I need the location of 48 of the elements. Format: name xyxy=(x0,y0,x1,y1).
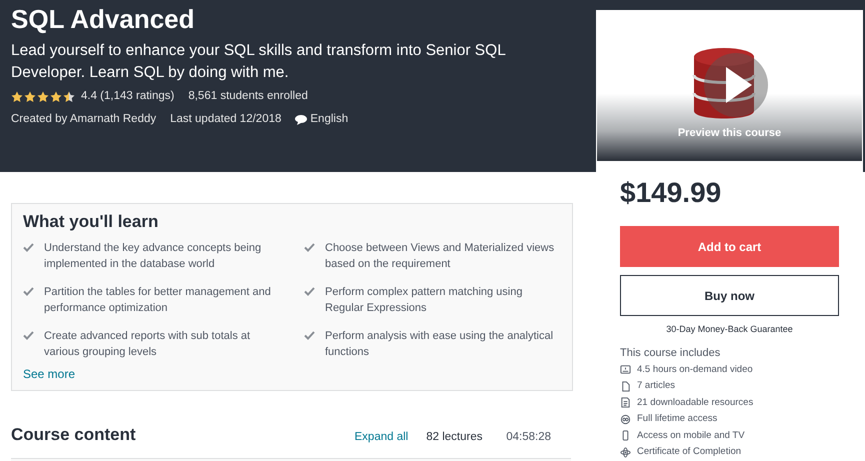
course-title: SQL Advanced xyxy=(11,3,194,36)
include-item: 7 articles xyxy=(637,380,676,392)
include-item: Full lifetime access xyxy=(637,413,718,425)
course-subtitle: Lead yourself to enhance your SQL skills and transform into Senior SQL Developer. Learn SQL by doing with me. xyxy=(11,41,506,83)
guarantee-text: 30-Day Money-Back Guarantee xyxy=(665,323,794,336)
learn-item: Choose between Views and Materialized views based on the requirement xyxy=(325,241,556,272)
total-duration: 04:58:28 xyxy=(506,430,551,446)
mobile-phone-icon xyxy=(620,430,631,441)
expand-all-link[interactable]: Expand all xyxy=(354,429,408,446)
learn-item: Perform analysis with ease using the analytical functions xyxy=(325,329,554,360)
section-heading: Course content xyxy=(11,424,136,446)
rating-text: 4.4 (1,143 ratings) xyxy=(81,89,174,104)
infinity-icon xyxy=(620,414,631,424)
includes-heading: This course includes xyxy=(620,346,722,360)
learn-item: Create advanced reports with sub totals at various grouping levels xyxy=(44,329,252,360)
author-text: Created by Amarnath Reddy xyxy=(11,112,156,128)
star-icon xyxy=(37,90,49,103)
check-icon xyxy=(23,243,34,252)
last-updated-text: Last updated 12/2018 xyxy=(170,112,282,128)
include-item: 21 downloadable resources xyxy=(637,396,754,408)
check-icon xyxy=(23,331,34,340)
video-icon xyxy=(620,364,631,375)
see-more-link[interactable]: See more xyxy=(23,365,76,383)
star-icon xyxy=(63,90,75,103)
include-item: Certificate of Completion xyxy=(637,446,742,458)
check-icon xyxy=(304,331,315,340)
learn-item: Understand the key advance concepts being implemented in the database world xyxy=(44,241,262,272)
star-icon xyxy=(50,90,62,103)
price: $149.99 xyxy=(620,176,722,210)
star-icon xyxy=(24,90,36,103)
document-icon xyxy=(620,380,631,392)
enrolled-count: 8,561 students enrolled xyxy=(188,89,308,104)
section-heading: What you'll learn xyxy=(23,211,160,233)
check-icon xyxy=(304,243,315,252)
language-text: English xyxy=(310,112,348,128)
buy-now-button[interactable]: Buy now xyxy=(620,275,839,316)
add-to-cart-button[interactable]: Add to cart xyxy=(620,226,839,267)
star-icon xyxy=(11,90,23,103)
learn-item: Partition the tables for better management and performance optimization xyxy=(44,285,272,316)
check-icon xyxy=(304,287,315,296)
speech-bubble-icon xyxy=(295,114,308,125)
include-item: Access on mobile and TV xyxy=(637,430,745,442)
learn-item: Perform complex pattern matching using Regular Expressions xyxy=(325,285,524,316)
include-item: 4.5 hours on-demand video xyxy=(637,364,753,376)
atom-icon xyxy=(620,446,631,458)
lecture-count: 82 lectures xyxy=(426,430,484,446)
check-icon xyxy=(23,287,34,296)
file-icon xyxy=(620,397,631,408)
